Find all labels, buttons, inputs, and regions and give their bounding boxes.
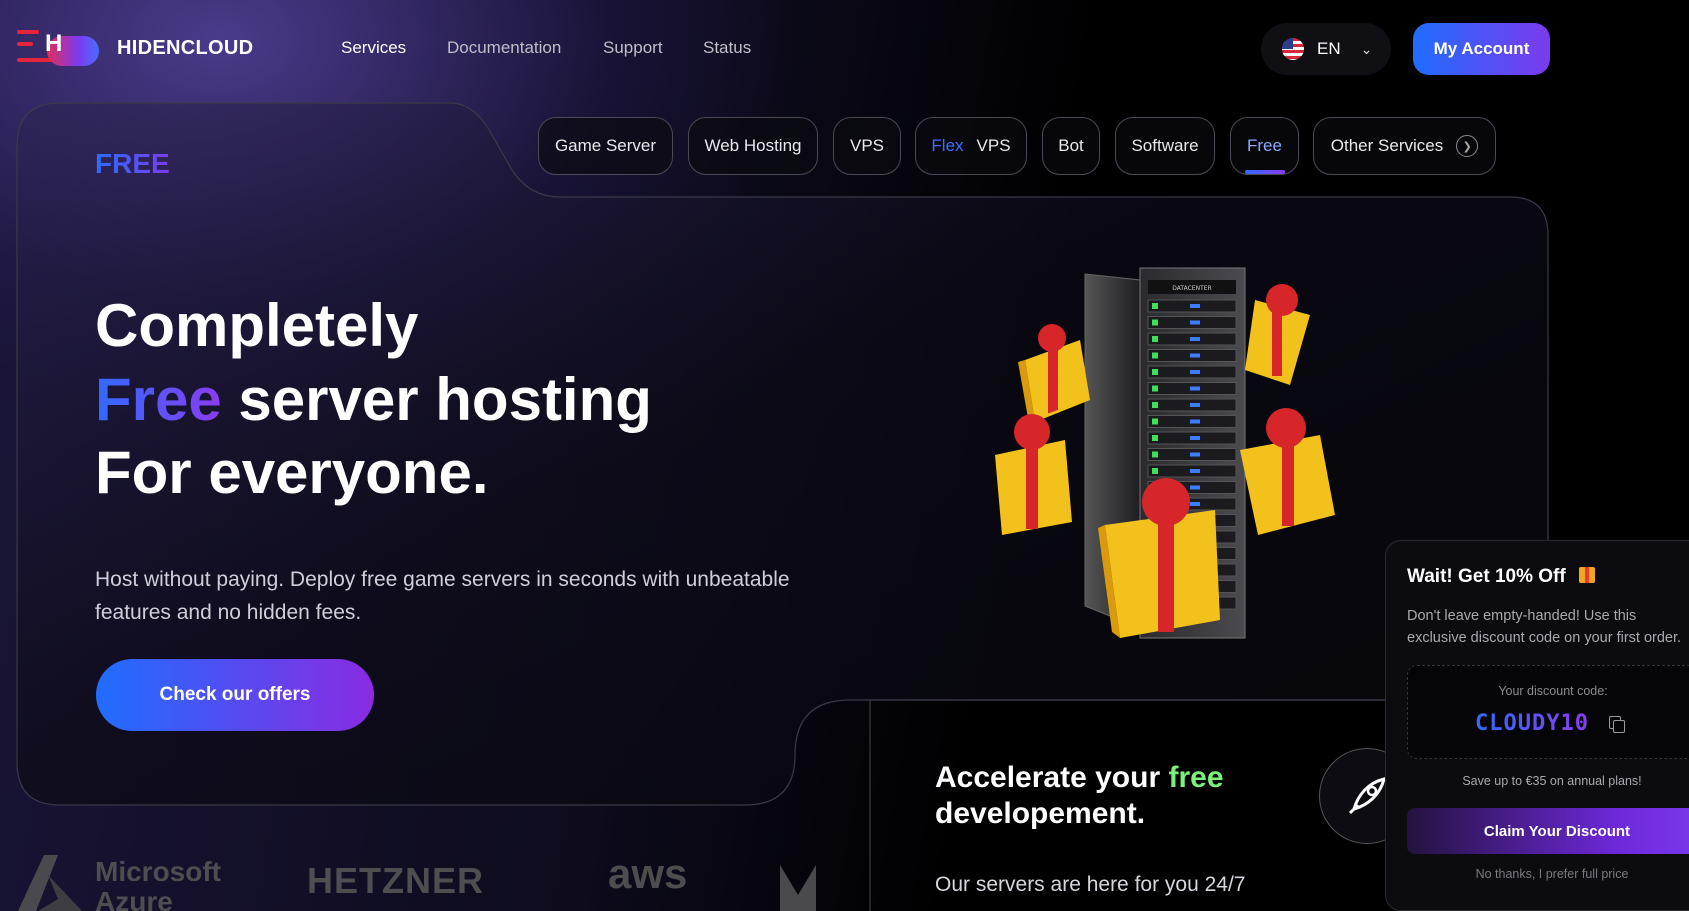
tab-label: VPS xyxy=(976,136,1011,155)
headline-line-2: Free server hosting xyxy=(95,370,652,430)
gift-icon xyxy=(1240,408,1335,535)
tab-game-server[interactable]: Game Server xyxy=(538,117,673,175)
discount-code-label: Your discount code: xyxy=(1498,684,1608,698)
nav-documentation[interactable]: Documentation xyxy=(447,38,561,58)
hero-description: Host without paying. Deploy free game se… xyxy=(95,568,790,624)
headline-line-1: Completely xyxy=(95,292,419,359)
rack-led xyxy=(1190,502,1200,506)
headline-accent: Free xyxy=(95,366,222,433)
rack-led xyxy=(1190,320,1200,325)
chevron-down-icon: ⌄ xyxy=(1360,40,1373,57)
discount-popup: Wait! Get 10% Off Don't leave empty-hand… xyxy=(1385,540,1689,911)
rack-led xyxy=(1190,337,1200,341)
tab-label: Other Services xyxy=(1330,136,1444,155)
popup-title-text: Wait! Get 10% Off xyxy=(1407,566,1566,587)
rack-led xyxy=(1190,485,1200,490)
tab-label: Software xyxy=(1131,136,1199,155)
language-selector[interactable]: EN ⌄ xyxy=(1261,23,1391,75)
partner-azure-line1: Microsoft xyxy=(95,856,221,887)
tab-label: VPS xyxy=(849,136,885,155)
copy-icon[interactable] xyxy=(1609,716,1625,733)
tab-software[interactable]: Software xyxy=(1115,117,1215,175)
brand-logo[interactable]: H xyxy=(17,24,99,70)
rack-led xyxy=(1152,352,1158,359)
decline-link[interactable]: No thanks, I prefer full price xyxy=(1407,867,1689,881)
rack-led xyxy=(1190,469,1200,473)
nav-services[interactable]: Services xyxy=(341,38,406,58)
nav-status[interactable]: Status xyxy=(703,38,751,58)
us-flag-icon xyxy=(1282,38,1304,60)
headline-line-3: For everyone. xyxy=(95,439,489,506)
rack-led xyxy=(1152,418,1158,425)
tab-other-services[interactable]: Other Services ❯ xyxy=(1313,117,1496,175)
partner-logo-icon xyxy=(780,865,816,911)
tab-label: Game Server xyxy=(554,136,657,155)
popup-text: Don't leave empty-handed! Use this exclu… xyxy=(1407,608,1682,646)
brand-name[interactable]: HIDENCLOUD xyxy=(117,37,253,60)
partner-azure: Microsoft Azure xyxy=(95,857,221,911)
rack-led xyxy=(1190,452,1200,457)
discount-code[interactable]: CLOUDY10 xyxy=(1475,711,1589,736)
rack-led xyxy=(1152,451,1158,458)
my-account-button[interactable]: My Account xyxy=(1413,23,1550,75)
accelerate-subtitle: Our servers are here for you 24/7 xyxy=(935,873,1246,896)
rack-led xyxy=(1190,386,1200,391)
rack-led xyxy=(1152,435,1158,441)
headline-rest: server hosting xyxy=(238,366,652,433)
rack-led xyxy=(1190,353,1200,358)
gift-icon xyxy=(1578,567,1595,583)
tab-bot[interactable]: Bot xyxy=(1042,117,1100,175)
rack-led xyxy=(1152,336,1158,342)
partner-azure-line2: Azure xyxy=(95,886,173,911)
gift-icon xyxy=(1245,284,1310,385)
accelerate-title-part2: developement. xyxy=(935,797,1146,830)
chevron-right-icon: ❯ xyxy=(1456,135,1479,157)
accelerate-title: Accelerate your free developement. xyxy=(935,760,1224,832)
server-gifts-illustration: DATACENTER xyxy=(995,267,1335,639)
language-code: EN xyxy=(1317,39,1341,58)
azure-logo-icon xyxy=(18,855,82,911)
tab-free[interactable]: Free xyxy=(1230,117,1299,175)
rack-led xyxy=(1190,436,1200,440)
popup-title: Wait! Get 10% Off xyxy=(1407,566,1595,588)
tab-web-hosting[interactable]: Web Hosting xyxy=(688,117,818,175)
gift-icon xyxy=(1018,324,1090,422)
tab-label: Free xyxy=(1247,136,1282,155)
rack-label: DATACENTER xyxy=(1172,285,1211,292)
tab-vps[interactable]: VPS xyxy=(833,117,901,175)
nav-support[interactable]: Support xyxy=(603,38,663,58)
tab-label: Web Hosting xyxy=(704,136,802,155)
check-offers-button[interactable]: Check our offers xyxy=(96,659,374,731)
claim-discount-button[interactable]: Claim Your Discount xyxy=(1407,808,1689,854)
accelerate-title-accent: free xyxy=(1168,761,1224,794)
page-tag: FREE xyxy=(95,148,170,179)
partner-hetzner: HETZNER xyxy=(307,860,484,901)
accelerate-title-part1: Accelerate your xyxy=(935,761,1161,794)
rack-led xyxy=(1190,304,1200,308)
tab-flex-vps[interactable]: Flex VPS xyxy=(915,117,1027,175)
rack-led xyxy=(1152,369,1158,375)
rack-led xyxy=(1152,303,1158,309)
rack-led xyxy=(1152,402,1158,408)
gift-icon xyxy=(995,414,1072,535)
rack-led xyxy=(1190,403,1200,407)
partner-aws: aws xyxy=(608,850,688,897)
discount-code-box: Your discount code: CLOUDY10 xyxy=(1407,665,1689,759)
save-note: Save up to €35 on annual plans! xyxy=(1462,774,1642,788)
rack-led xyxy=(1152,385,1158,392)
tab-label-prefix: Flex xyxy=(931,136,964,155)
tab-label: Bot xyxy=(1058,136,1084,155)
rack-led xyxy=(1152,468,1158,474)
rack-led xyxy=(1190,370,1200,374)
rack-led xyxy=(1190,419,1200,424)
rack-led xyxy=(1152,319,1158,326)
